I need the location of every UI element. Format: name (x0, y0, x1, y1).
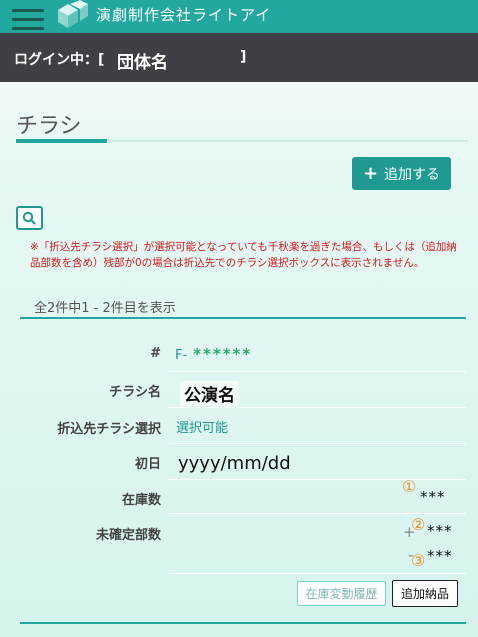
row-divider (168, 479, 466, 480)
row-divider (168, 513, 466, 514)
first-day-value: yyyy/mm/dd (178, 453, 291, 474)
add-delivery-button[interactable]: 追加納品 (392, 580, 458, 607)
title-underline (16, 139, 107, 143)
marker-1: ① (402, 477, 417, 496)
stock-value: *** (420, 488, 446, 506)
add-button-label: 追加する (384, 166, 441, 183)
label-stock: 在庫数 (121, 493, 161, 508)
page-title: チラシ (16, 114, 82, 139)
row-divider (168, 573, 466, 574)
label-selection: 折込先チラシ選択 (57, 422, 161, 437)
plus-icon: + (362, 162, 379, 184)
flyer-id: F- ****** (175, 345, 252, 363)
label-pending: 未確定部数 (95, 528, 161, 543)
add-button[interactable]: + 追加する (352, 157, 451, 190)
list-bottom-rule (20, 622, 466, 624)
organization-name: 団体名 (117, 53, 168, 73)
login-label: ログイン中：[ (14, 52, 105, 68)
marker-2: ② (411, 515, 426, 534)
flyer-name: 公演名 (180, 381, 239, 406)
result-count: 全2件中1 - 2件目を表示 (34, 301, 176, 316)
search-icon (22, 211, 36, 225)
top-bar: 演劇制作会社ライトアイ (0, 0, 478, 33)
selection-status-link[interactable]: 選択可能 (176, 417, 228, 436)
login-bar: ログイン中：[ 団体名 ] (0, 33, 478, 82)
login-bracket: ] (240, 49, 247, 65)
site-title: 演劇制作会社ライトアイ (96, 6, 272, 24)
search-button[interactable] (16, 206, 43, 230)
row-divider (168, 371, 466, 372)
hamburger-icon[interactable] (12, 9, 44, 31)
row-divider (168, 443, 466, 444)
pending-plus-value: *** (427, 522, 453, 540)
label-first-day: 初日 (134, 457, 161, 472)
row-divider (168, 407, 466, 408)
stock-history-button[interactable]: 在庫変動履歴 (297, 581, 386, 606)
list-top-rule (20, 317, 466, 319)
flyer-id-prefix: F- (175, 348, 188, 363)
label-flyer-name: チラシ名 (109, 385, 161, 400)
flyer-id-value: ****** (193, 345, 253, 363)
label-id: # (150, 346, 161, 361)
logo-icon (58, 0, 88, 28)
marker-3: ③ (411, 551, 426, 570)
notice-text: ※「折込先チラシ選択」が選択可能となっていても千秋楽を過ぎた場合、もしくは（追加… (30, 241, 457, 269)
pending-minus-value: *** (427, 547, 453, 565)
